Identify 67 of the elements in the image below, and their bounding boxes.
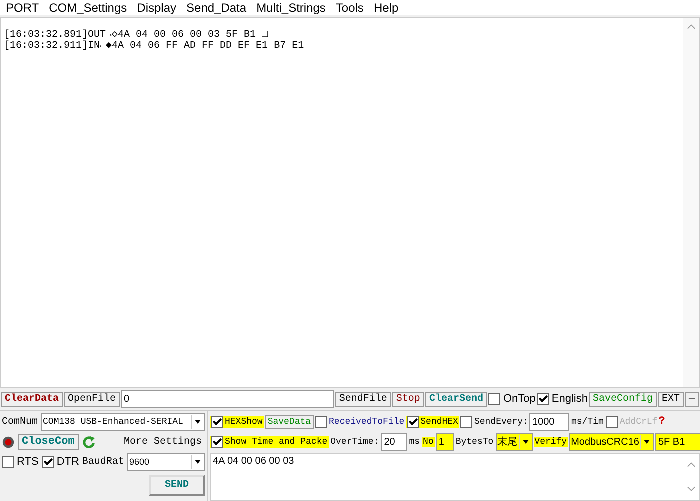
checkbox-label: RTS — [17, 456, 39, 468]
scroll-down-icon[interactable] — [686, 486, 696, 492]
checkbox-label: SendHEX — [420, 417, 458, 427]
help-link[interactable]: ? — [658, 416, 666, 428]
overtime-label: OverTime: — [330, 437, 380, 447]
close-com-button[interactable]: CloseCom — [18, 434, 79, 450]
save-config-button[interactable]: SaveConfig — [588, 392, 657, 406]
checkbox[interactable] — [2, 456, 14, 468]
no-label: No — [422, 437, 435, 447]
menu-item[interactable]: Help — [374, 0, 399, 14]
dropdown-arrow-icon[interactable] — [191, 415, 204, 429]
clear-data-button[interactable]: ClearData — [1, 392, 64, 406]
send-button[interactable]: SEND — [148, 474, 205, 496]
baud-rate-label: BaudRat — [82, 456, 124, 468]
checkbox[interactable] — [211, 436, 223, 448]
checkbox-label: ReceivedToFile — [329, 417, 405, 427]
verify-dropdown[interactable]: ModbusCRC16 — [569, 433, 654, 451]
menu-item[interactable]: Send_Data — [186, 0, 247, 14]
checkbox[interactable] — [460, 416, 472, 428]
checkbox-label: DTR — [56, 456, 80, 468]
com-num-label: ComNum — [2, 416, 38, 428]
checkbox-label: SendEvery: — [474, 417, 528, 427]
log-line: [16:03:32.911]IN←◆4A 04 06 FF AD FF DD EF E1 B7 E1 — [4, 41, 306, 52]
checkbox[interactable] — [488, 393, 500, 405]
status-led-icon — [2, 436, 15, 448]
checkbox[interactable] — [406, 416, 419, 428]
log-line: [16:03:32.891]OUT→◇4A 04 00 06 00 03 5F B1 □ — [4, 30, 270, 41]
bytes-to-label: BytesTo — [454, 437, 495, 447]
checksum-field[interactable]: 5F B1 — [655, 433, 700, 451]
send-text-area[interactable]: 4A 04 00 06 00 03 — [210, 453, 700, 501]
checkbox[interactable] — [536, 393, 549, 405]
send-file-button[interactable]: SendFile — [335, 392, 392, 406]
checkbox-label: Show Time and Packe — [225, 437, 328, 447]
menu-item[interactable]: Display — [137, 0, 177, 14]
number-field[interactable]: 1 — [436, 433, 454, 451]
minimize-button[interactable]: — — [684, 392, 699, 406]
dropdown-arrow-icon[interactable] — [518, 435, 532, 449]
interval-field[interactable]: 1000 — [529, 413, 570, 431]
scroll-up-icon[interactable] — [686, 462, 696, 468]
checkbox-label: OnTop — [503, 393, 536, 405]
refresh-icon[interactable] — [82, 434, 97, 450]
overtime-field[interactable]: 20 — [381, 433, 408, 451]
bytes-to-dropdown[interactable]: 末尾 — [496, 433, 533, 451]
overtime-unit-label: ms — [408, 437, 422, 447]
checkbox[interactable] — [42, 456, 54, 468]
com-port-dropdown[interactable]: COM138 USB-Enhanced-SERIAL — [41, 413, 205, 431]
checkbox[interactable] — [315, 416, 328, 428]
stop-button[interactable]: Stop — [392, 392, 424, 406]
clear-send-button[interactable]: ClearSend — [425, 392, 488, 406]
interval-unit-label: ms/Tim — [570, 417, 605, 427]
file-path-field[interactable]: 0 — [121, 390, 334, 408]
dropdown-arrow-icon[interactable] — [191, 455, 204, 469]
menu-item[interactable]: Multi_Strings — [256, 0, 326, 14]
menu-item[interactable]: Tools — [336, 0, 364, 14]
send-text: 4A 04 00 06 00 03 — [212, 455, 296, 469]
checkbox-label: English — [552, 393, 588, 405]
checkbox-label: HEXShow — [225, 417, 263, 427]
scroll-up-icon[interactable] — [686, 24, 696, 30]
menu-item[interactable]: COM_Settings — [49, 0, 128, 14]
save-data-button[interactable]: SaveData — [264, 415, 314, 429]
open-file-button[interactable]: OpenFile — [64, 392, 120, 406]
menu-item[interactable]: PORT — [6, 0, 40, 14]
baud-rate-dropdown[interactable]: 9600 — [127, 453, 205, 471]
checkbox[interactable] — [211, 416, 223, 428]
verify-label: Verify — [534, 437, 568, 447]
checkbox-label: AddCrLf — [620, 417, 658, 427]
ext-button[interactable]: EXT — [658, 392, 684, 406]
